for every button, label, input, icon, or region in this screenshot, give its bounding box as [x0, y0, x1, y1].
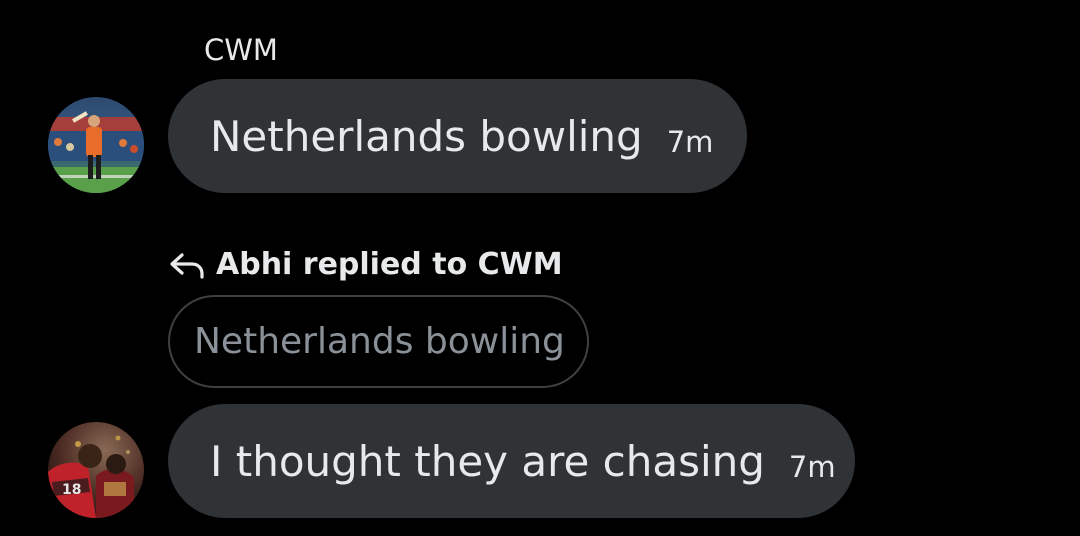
sender-avatar[interactable] — [48, 97, 144, 193]
message-bubble[interactable]: Netherlands bowling 7m — [168, 79, 747, 193]
message-timestamp: 7m — [788, 450, 836, 484]
avatar-photo-icon — [48, 97, 144, 193]
svg-text:18: 18 — [62, 482, 81, 498]
message-bubble[interactable]: I thought they are chasing 7m — [168, 404, 855, 518]
sender-name: CWM — [204, 33, 278, 67]
message-text: I thought they are chasing — [210, 436, 765, 486]
quoted-message[interactable]: Netherlands bowling — [168, 295, 589, 388]
quoted-message-text: Netherlands bowling — [194, 321, 565, 362]
reply-arrow-icon — [170, 253, 204, 279]
message-text: Netherlands bowling — [210, 111, 643, 161]
avatar-photo-icon: 18 — [48, 422, 144, 518]
reply-label: Abhi replied to CWM — [216, 246, 563, 282]
message-timestamp: 7m — [666, 125, 714, 159]
reply-indicator: Abhi replied to CWM — [168, 244, 563, 284]
sender-avatar[interactable]: 18 — [48, 422, 144, 518]
